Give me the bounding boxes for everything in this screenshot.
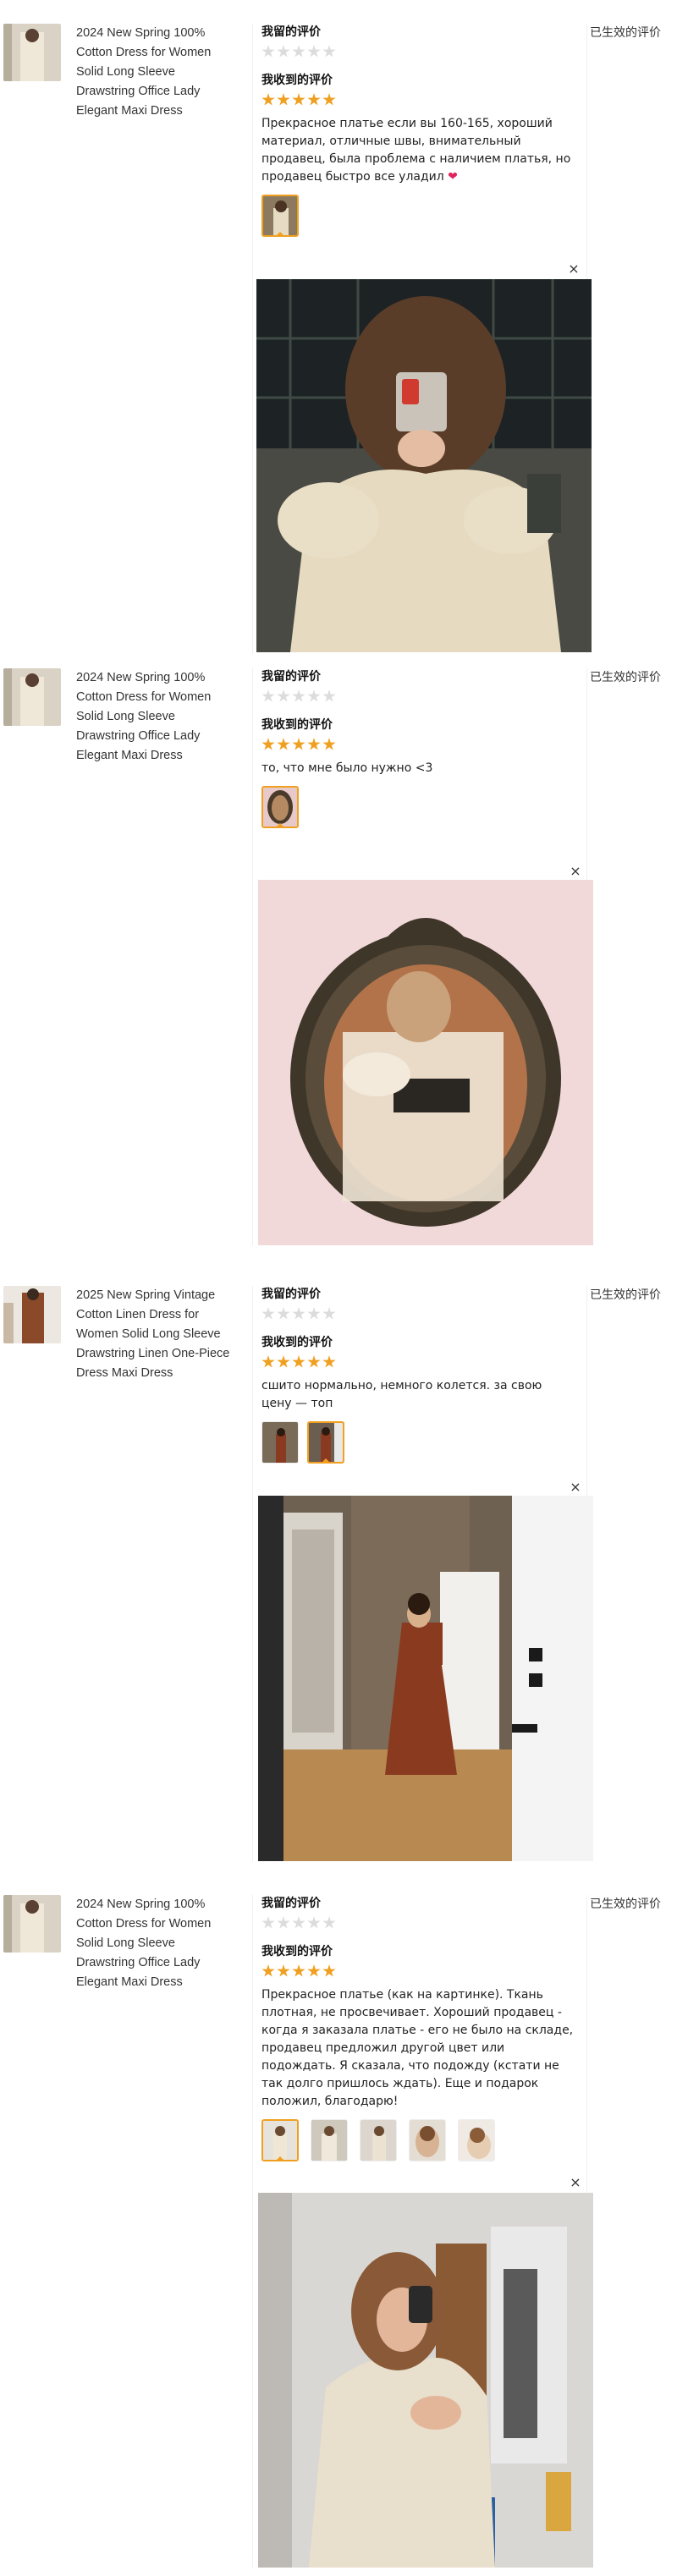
review-image-thumb[interactable]: [261, 786, 299, 828]
review-image-thumb[interactable]: [307, 1421, 344, 1464]
star-icon: [261, 93, 275, 106]
my-rating-stars: [261, 1916, 586, 1930]
review-image-thumbnails: [261, 786, 586, 828]
star-icon: [307, 45, 321, 58]
star-icon: [307, 1964, 321, 1977]
received-rating-stars: [261, 1964, 586, 1978]
review-image-thumb[interactable]: [409, 2119, 446, 2161]
product-info[interactable]: 2024 New Spring 100% Cotton Dress for Wo…: [3, 668, 240, 766]
star-icon: [292, 45, 305, 58]
star-icon: [277, 1355, 290, 1368]
close-icon[interactable]: ×: [567, 2174, 584, 2191]
status-text: 已生效的评价: [590, 1898, 661, 1911]
product-title[interactable]: 2024 New Spring 100% Cotton Dress for Wo…: [76, 24, 237, 121]
star-icon: [307, 689, 321, 702]
star-icon: [277, 689, 290, 702]
received-rating-stars: [261, 738, 586, 751]
star-icon: [292, 93, 305, 106]
star-icon: [307, 738, 321, 750]
star-icon: [261, 45, 275, 58]
review-text: сшито нормально, немного колется. за сво…: [261, 1379, 542, 1410]
star-icon: [277, 45, 290, 58]
received-review-label: 我收到的评价: [261, 1336, 333, 1349]
star-icon: [292, 1307, 305, 1320]
star-icon: [292, 1355, 305, 1368]
review-image-thumbnails: [261, 1421, 586, 1464]
star-icon: [261, 1964, 275, 1977]
review-image-preview[interactable]: [258, 880, 593, 1245]
star-icon: [261, 689, 275, 702]
review-text: то, что мне было нужно <3: [261, 761, 433, 775]
my-rating-stars: [261, 45, 586, 58]
star-icon: [322, 1307, 336, 1320]
my-review-label: 我留的评价: [261, 25, 321, 39]
star-icon: [322, 738, 336, 750]
my-rating-stars: [261, 689, 586, 703]
star-icon: [322, 93, 336, 106]
star-icon: [322, 1355, 336, 1368]
review-image-thumb[interactable]: [261, 195, 299, 237]
star-icon: [261, 738, 275, 750]
star-icon: [277, 93, 290, 106]
my-rating-stars: [261, 1307, 586, 1321]
my-review-label: 我留的评价: [261, 1897, 321, 1910]
star-icon: [277, 1964, 290, 1977]
star-icon: [261, 1307, 275, 1320]
heart-emoji: ❤: [448, 170, 458, 184]
close-icon[interactable]: ×: [567, 863, 584, 880]
star-icon: [307, 1916, 321, 1929]
star-icon: [307, 1355, 321, 1368]
review-image-thumbnails: [261, 195, 586, 237]
review-image-thumb[interactable]: [261, 2119, 299, 2161]
star-icon: [277, 738, 290, 750]
received-rating-stars: [261, 93, 586, 107]
my-review-label: 我留的评价: [261, 1288, 321, 1301]
star-icon: [292, 738, 305, 750]
review-image-thumb[interactable]: [311, 2119, 348, 2161]
received-review-label: 我收到的评价: [261, 74, 333, 87]
product-title[interactable]: 2024 New Spring 100% Cotton Dress for Wo…: [76, 668, 237, 766]
received-review-label: 我收到的评价: [261, 718, 333, 732]
star-icon: [322, 689, 336, 702]
star-icon: [277, 1307, 290, 1320]
close-icon[interactable]: ×: [567, 1479, 584, 1496]
review-image-thumb[interactable]: [261, 1421, 299, 1464]
star-icon: [292, 689, 305, 702]
star-icon: [292, 1964, 305, 1977]
star-icon: [322, 45, 336, 58]
product-thumbnail[interactable]: [3, 1895, 61, 1953]
my-review-label: 我留的评价: [261, 670, 321, 684]
star-icon: [322, 1964, 336, 1977]
received-review-label: 我收到的评价: [261, 1945, 333, 1958]
star-icon: [307, 93, 321, 106]
product-title[interactable]: 2025 New Spring Vintage Cotton Linen Dre…: [76, 1286, 237, 1383]
star-icon: [307, 1307, 321, 1320]
product-title[interactable]: 2024 New Spring 100% Cotton Dress for Wo…: [76, 1895, 237, 1992]
star-icon: [261, 1916, 275, 1929]
review-image-thumb[interactable]: [458, 2119, 495, 2161]
review-image-preview[interactable]: [258, 1496, 593, 1861]
received-rating-stars: [261, 1355, 586, 1369]
review-image-preview[interactable]: [256, 279, 592, 652]
review-image-preview[interactable]: [258, 2193, 593, 2568]
product-thumbnail[interactable]: [3, 668, 61, 726]
product-info[interactable]: 2024 New Spring 100% Cotton Dress for Wo…: [3, 1895, 240, 1992]
status-text: 已生效的评价: [590, 1288, 661, 1302]
star-icon: [277, 1916, 290, 1929]
review-text-body: Прекрасное платье если вы 160-165, хорош…: [261, 117, 571, 184]
product-thumbnail[interactable]: [3, 24, 61, 81]
star-icon: [292, 1916, 305, 1929]
close-icon[interactable]: ×: [565, 261, 582, 277]
product-thumbnail[interactable]: [3, 1286, 61, 1343]
star-icon: [322, 1916, 336, 1929]
product-info[interactable]: 2025 New Spring Vintage Cotton Linen Dre…: [3, 1286, 240, 1383]
star-icon: [261, 1355, 275, 1368]
status-text: 已生效的评价: [590, 671, 661, 684]
review-image-thumbnails: [261, 2119, 586, 2161]
review-image-thumb[interactable]: [360, 2119, 397, 2161]
review-text: Прекрасное платье если вы 160-165, хорош…: [261, 115, 575, 186]
product-info[interactable]: 2024 New Spring 100% Cotton Dress for Wo…: [3, 24, 240, 121]
review-text: Прекрасное платье (как на картинке). Тка…: [261, 1988, 574, 2108]
status-text: 已生效的评价: [590, 26, 661, 40]
